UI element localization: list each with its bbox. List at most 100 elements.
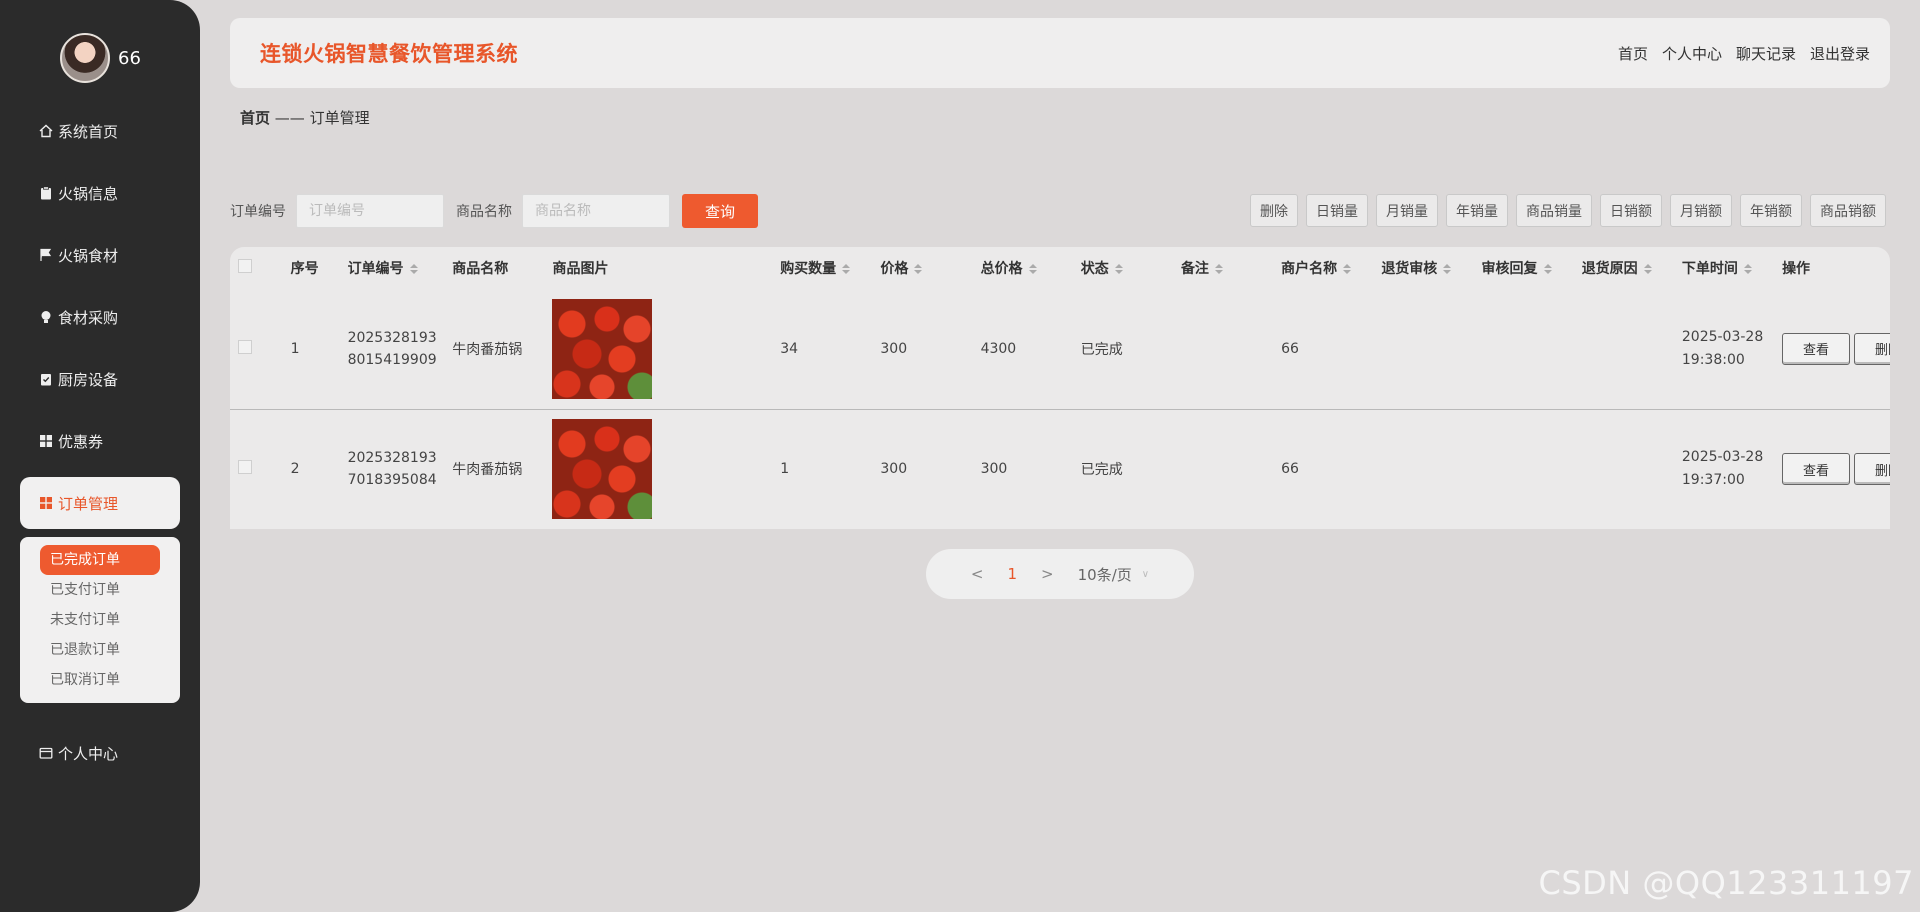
page-size-value: 10条/页 <box>1077 565 1132 584</box>
view-button[interactable]: 查看 <box>1782 332 1851 365</box>
search-bar: 订单编号 商品名称 查询 <box>230 194 758 228</box>
nav-home-link[interactable]: 首页 <box>1618 43 1648 64</box>
header-label: 状态 <box>1080 261 1109 277</box>
column-header-total-price[interactable]: 总价格 <box>975 247 1075 289</box>
daily-sales-amount-button[interactable]: 日销额 <box>1600 194 1662 227</box>
sidebar-item-kitchen-equipment[interactable]: 厨房设备 <box>20 353 180 405</box>
header-label: 购买数量 <box>780 261 837 277</box>
submenu-item-refunded-orders[interactable]: 已退款订单 <box>40 635 160 665</box>
cell-status: 已完成 <box>1074 408 1175 529</box>
sort-icon[interactable] <box>1028 264 1037 274</box>
tomato-product-image[interactable] <box>552 419 653 520</box>
current-page-number[interactable]: 1 <box>1007 565 1017 583</box>
view-button[interactable]: 查看 <box>1782 453 1851 486</box>
order-number-input[interactable] <box>296 194 444 228</box>
breadcrumb-home[interactable]: 首页 <box>240 109 270 127</box>
tomato-product-image[interactable] <box>552 298 653 399</box>
column-header-status[interactable]: 状态 <box>1075 247 1175 289</box>
yearly-sales-amount-button[interactable]: 年销额 <box>1740 194 1802 227</box>
row-checkbox[interactable] <box>238 460 252 475</box>
column-header-product-name: 商品名称 <box>452 261 509 277</box>
column-header-return-review[interactable]: 退货审核 <box>1375 247 1475 289</box>
submenu-item-unpaid-orders[interactable]: 未支付订单 <box>40 605 160 635</box>
sidebar-item-label: 订单管理 <box>58 494 119 513</box>
avatar[interactable] <box>60 33 110 83</box>
column-header-price[interactable]: 价格 <box>874 247 974 289</box>
submenu-item-completed-orders[interactable]: 已完成订单 <box>40 545 160 575</box>
sidebar-item-label: 火锅信息 <box>58 184 119 203</box>
product-name-input[interactable] <box>522 194 670 228</box>
breadcrumb-current: 订单管理 <box>309 109 370 127</box>
header-label: 下单时间 <box>1681 261 1738 277</box>
sidebar-item-ingredient-purchase[interactable]: 食材采购 <box>20 291 180 343</box>
sidebar-item-hotpot-info[interactable]: 火锅信息 <box>20 167 180 219</box>
sort-icon[interactable] <box>1343 264 1352 274</box>
sort-icon[interactable] <box>409 264 418 274</box>
delete-button[interactable]: 删除 <box>1854 332 1890 365</box>
monthly-sales-volume-button[interactable]: 月销量 <box>1376 194 1438 227</box>
submenu-item-cancelled-orders[interactable]: 已取消订单 <box>40 665 160 695</box>
sidebar-item-order-management[interactable]: 订单管理 <box>20 477 180 529</box>
sort-icon[interactable] <box>1743 264 1752 274</box>
column-header-merchant[interactable]: 商户名称 <box>1275 247 1375 289</box>
column-header-index: 序号 <box>290 261 319 277</box>
sidebar-item-label: 个人中心 <box>58 744 119 763</box>
column-header-return-reason[interactable]: 退货原因 <box>1576 247 1676 289</box>
sidebar-item-coupons[interactable]: 优惠券 <box>20 415 180 467</box>
sort-icon[interactable] <box>1114 264 1123 274</box>
sidebar-item-personal-center[interactable]: 个人中心 <box>20 727 180 779</box>
bulk-delete-button[interactable]: 删除 <box>1250 194 1298 227</box>
column-header-quantity[interactable]: 购买数量 <box>774 247 874 289</box>
orders-table: 序号 订单编号 商品名称 商品图片 购买数量 价格 总价格 状态 备注 商户名称… <box>230 247 1890 529</box>
sort-icon[interactable] <box>842 264 851 274</box>
product-sales-amount-button[interactable]: 商品销额 <box>1810 194 1886 227</box>
sidebar: 66 系统首页 火锅信息 火锅食材 食材采购 厨房设备 优惠券 订单管理 已完成… <box>0 0 200 912</box>
next-page-button[interactable]: > <box>1041 565 1054 583</box>
sort-icon[interactable] <box>1643 264 1652 274</box>
cell-note <box>1175 289 1275 409</box>
cell-merchant: 66 <box>1281 340 1299 357</box>
yearly-sales-volume-button[interactable]: 年销量 <box>1446 194 1508 227</box>
cell-quantity: 34 <box>780 340 799 357</box>
sort-icon[interactable] <box>914 264 923 274</box>
column-header-order-time[interactable]: 下单时间 <box>1676 247 1776 289</box>
nav-personal-center-link[interactable]: 个人中心 <box>1662 43 1722 64</box>
sort-icon[interactable] <box>1443 264 1452 274</box>
column-header-order-no[interactable]: 订单编号 <box>342 247 447 289</box>
cell-return-review <box>1375 408 1476 529</box>
user-profile[interactable]: 66 <box>60 33 141 83</box>
cell-status: 已完成 <box>1080 341 1123 358</box>
nav-chat-history-link[interactable]: 聊天记录 <box>1736 43 1796 64</box>
select-all-header <box>230 247 285 289</box>
monthly-sales-amount-button[interactable]: 月销额 <box>1670 194 1732 227</box>
header-label: 总价格 <box>980 261 1023 277</box>
page-size-select[interactable]: 10条/页 ∨ <box>1078 564 1149 585</box>
column-header-product-image: 商品图片 <box>552 261 609 277</box>
submenu-item-paid-orders[interactable]: 已支付订单 <box>40 575 160 605</box>
sidebar-item-home[interactable]: 系统首页 <box>20 105 180 157</box>
prev-page-button[interactable]: < <box>971 565 984 583</box>
sidebar-item-hotpot-ingredients[interactable]: 火锅食材 <box>20 229 180 281</box>
nav-logout-link[interactable]: 退出登录 <box>1810 43 1870 64</box>
row-select-cell <box>230 408 285 529</box>
column-header-review-reply[interactable]: 审核回复 <box>1476 247 1576 289</box>
grid-icon <box>38 495 54 511</box>
delete-button[interactable]: 删除 <box>1854 453 1890 486</box>
order-submenu: 已完成订单 已支付订单 未支付订单 已退款订单 已取消订单 <box>20 537 180 703</box>
product-sales-volume-button[interactable]: 商品销量 <box>1516 194 1592 227</box>
column-header-note[interactable]: 备注 <box>1175 247 1275 289</box>
cell-price: 300 <box>880 340 908 357</box>
sort-icon[interactable] <box>1543 264 1552 274</box>
order-clock-time: 19:37:00 <box>1681 472 1745 489</box>
row-checkbox[interactable] <box>238 339 252 354</box>
cell-quantity: 1 <box>774 408 875 529</box>
query-button[interactable]: 查询 <box>682 194 758 228</box>
cell-index: 1 <box>290 340 300 357</box>
sort-icon[interactable] <box>1214 264 1223 274</box>
select-all-checkbox[interactable] <box>238 259 252 273</box>
grid-icon <box>38 433 54 449</box>
breadcrumb: 首页 —— 订单管理 <box>240 107 370 128</box>
daily-sales-volume-button[interactable]: 日销量 <box>1306 194 1368 227</box>
cell-order-no: 20253281937018395084 <box>341 408 447 529</box>
cell-actions: 查看删除 <box>1776 408 1890 529</box>
